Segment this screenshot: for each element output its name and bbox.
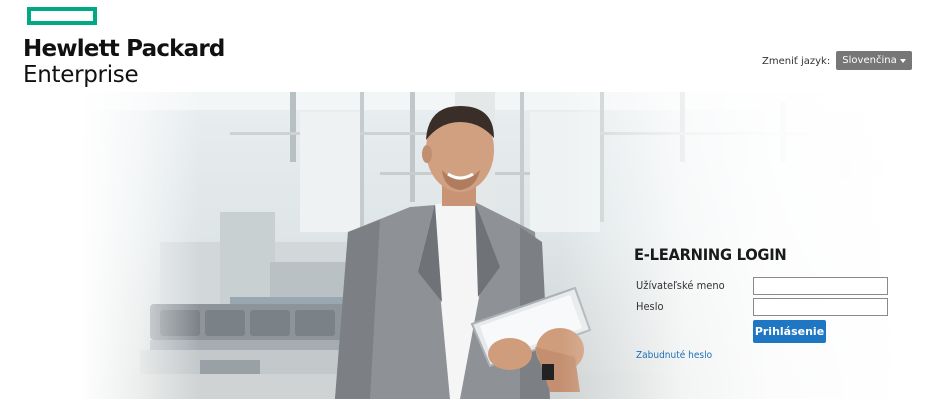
- password-label: Heslo: [636, 300, 664, 313]
- language-label: Zmeniť jazyk:: [762, 56, 831, 67]
- hero-fade-left: [80, 92, 200, 399]
- language-selected-value: Slovenčina: [842, 55, 897, 66]
- chevron-down-icon: [899, 59, 906, 63]
- username-label: Užívateľské meno: [636, 279, 725, 292]
- login-button[interactable]: Prihlásenie: [753, 320, 826, 343]
- login-title: E-LEARNING LOGIN: [634, 245, 787, 264]
- logo-text-line1: Hewlett Packard: [23, 36, 225, 62]
- hpe-logo-mark: [27, 7, 97, 25]
- language-select[interactable]: Slovenčina: [836, 51, 912, 70]
- password-input[interactable]: [753, 298, 888, 316]
- forgot-password-link[interactable]: Zabudnuté heslo: [636, 350, 712, 361]
- logo-text-line2: Enterprise: [23, 62, 139, 88]
- username-input[interactable]: [753, 277, 888, 295]
